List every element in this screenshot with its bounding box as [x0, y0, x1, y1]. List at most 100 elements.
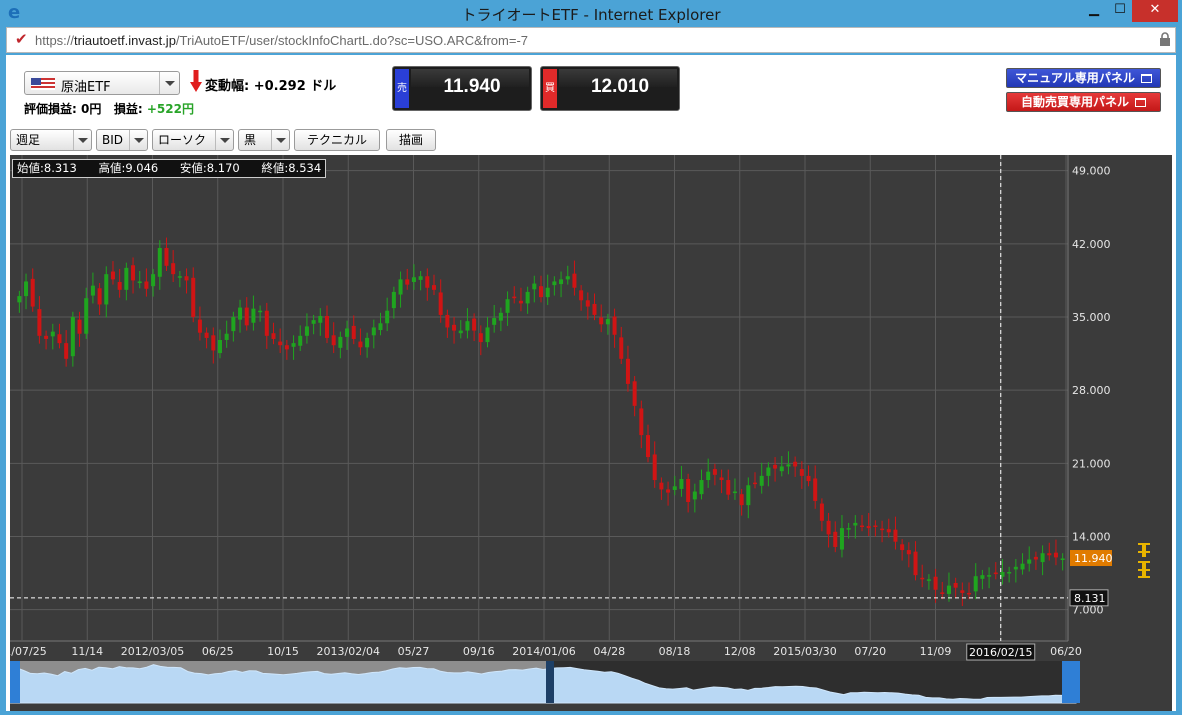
candle-body — [37, 309, 42, 336]
address-bar[interactable]: ✔ https://triautoetf.invast.jp/TriAutoET… — [6, 27, 1176, 53]
down-arrow-icon — [190, 70, 202, 92]
candle-body — [746, 485, 751, 506]
candle-body — [498, 312, 503, 321]
candle-body — [940, 592, 945, 594]
candle-body — [632, 381, 637, 406]
candle-body — [1040, 553, 1045, 563]
candle-body — [1060, 558, 1065, 560]
candle-body — [50, 331, 55, 337]
pl-value: +522円 — [146, 102, 194, 116]
candle-body — [298, 335, 303, 346]
candle-body — [458, 330, 463, 334]
symbol-select[interactable]: 原油ETF — [24, 71, 180, 95]
pl-label: 損益: — [113, 102, 143, 116]
candle-body — [291, 343, 296, 347]
auto-panel-button[interactable]: 自動売買専用パネル — [1006, 92, 1161, 112]
candle-body — [706, 471, 711, 481]
candle-body — [686, 479, 691, 502]
candle-body — [987, 575, 992, 577]
candle-body — [967, 592, 972, 595]
candle-body — [197, 319, 202, 333]
candle-body — [17, 296, 22, 303]
y-tick-label: 14.000 — [1072, 530, 1111, 543]
ohlc-readout: 始値:8.313 高値:9.046 安値:8.170 終値:8.534 — [12, 159, 327, 178]
candle-body — [411, 277, 416, 282]
order-line-icon[interactable] — [1136, 541, 1152, 581]
eval-pl: 評価損益: 0円 — [24, 102, 102, 116]
x-tick-label: 2014/01/06 — [512, 645, 575, 658]
candle-body — [1007, 572, 1012, 574]
candle-body — [224, 333, 229, 340]
manual-panel-button[interactable]: マニュアル専用パネル — [1006, 68, 1161, 88]
candle-body — [64, 343, 69, 359]
window-titlebar: e トライオートETF - Internet Explorer ▁ ☐ ✕ — [0, 0, 1182, 26]
url-text[interactable]: https://triautoetf.invast.jp/TriAutoETF/… — [35, 33, 528, 48]
candle-body — [378, 323, 383, 331]
candle-body — [612, 316, 617, 335]
sell-price-box[interactable]: 売 11.940 — [392, 66, 532, 111]
candle-body — [217, 339, 222, 354]
candle-body — [164, 248, 169, 266]
candle-body — [759, 475, 764, 486]
candle-body — [913, 551, 918, 576]
x-tick-label: 05/27 — [398, 645, 430, 658]
x-tick-label: 08/18 — [659, 645, 691, 658]
candle-body — [699, 480, 704, 495]
candle-body — [946, 585, 951, 594]
x-tick-label: 11/14 — [71, 645, 103, 658]
period-select[interactable]: 週足 — [10, 129, 92, 151]
candle-body — [1020, 563, 1025, 570]
price-chart[interactable]: 7.000 14.000 21.000 28.000 35.000 42.000 49.00… — [0, 155, 1172, 711]
high-value: 高値:9.046 — [98, 161, 159, 175]
draw-button[interactable]: 描画 — [386, 129, 436, 151]
technical-button[interactable]: テクニカル — [294, 129, 380, 151]
candle-body — [532, 283, 537, 290]
candle-body — [345, 328, 350, 337]
candle-body — [184, 276, 189, 281]
maximize-button[interactable]: ☐ — [1106, 0, 1134, 22]
candle-body — [418, 276, 423, 280]
candle-body — [579, 290, 584, 301]
candle-body — [846, 528, 851, 530]
y-tick-label: 35.000 — [1072, 311, 1111, 324]
candle-body — [766, 467, 771, 476]
candle-body — [786, 464, 791, 467]
candle-body — [993, 572, 998, 575]
chart-style-select[interactable]: ローソク — [152, 129, 234, 151]
candle-body — [24, 281, 29, 297]
candle-body — [318, 315, 323, 323]
y-tick-label: 49.000 — [1072, 165, 1111, 178]
candle-body — [679, 479, 684, 489]
candle-body — [358, 341, 363, 348]
chart-canvas[interactable]: 7.00014.00021.00028.00035.00042.00049.00… — [0, 155, 1172, 711]
minimize-button[interactable]: ▁ — [1080, 0, 1108, 22]
candle-body — [398, 279, 403, 295]
theme-select[interactable]: 黒 — [238, 129, 290, 151]
candle-body — [926, 579, 931, 581]
candle-body — [900, 544, 905, 551]
candle-body — [906, 550, 911, 555]
candle-body — [157, 248, 162, 277]
chevron-down-icon[interactable] — [159, 72, 179, 94]
open-value: 始値:8.313 — [17, 161, 77, 175]
candle-body — [732, 491, 737, 494]
candle-body — [1013, 566, 1018, 570]
chevron-down-icon — [73, 130, 91, 150]
profit-loss: 評価損益: 0円 損益: +522円 — [24, 100, 194, 117]
buy-price-box[interactable]: 買 12.010 — [540, 66, 680, 111]
candle-body — [371, 327, 376, 336]
side-select[interactable]: BID — [96, 129, 148, 151]
close-value: 終値:8.534 — [261, 161, 322, 175]
candle-body — [666, 489, 671, 493]
buy-price: 12.010 — [590, 76, 650, 97]
window-title: トライオートETF - Internet Explorer — [461, 6, 721, 24]
sell-tag: 売 — [395, 69, 409, 108]
x-tick-label: 12/08 — [724, 645, 756, 658]
candle-body — [231, 317, 236, 332]
candle-body — [478, 333, 483, 343]
navigator-left-handle — [10, 661, 20, 703]
candle-body — [204, 332, 209, 338]
close-button[interactable]: ✕ — [1132, 0, 1178, 22]
candle-body — [659, 482, 664, 490]
candle-body — [525, 291, 530, 304]
